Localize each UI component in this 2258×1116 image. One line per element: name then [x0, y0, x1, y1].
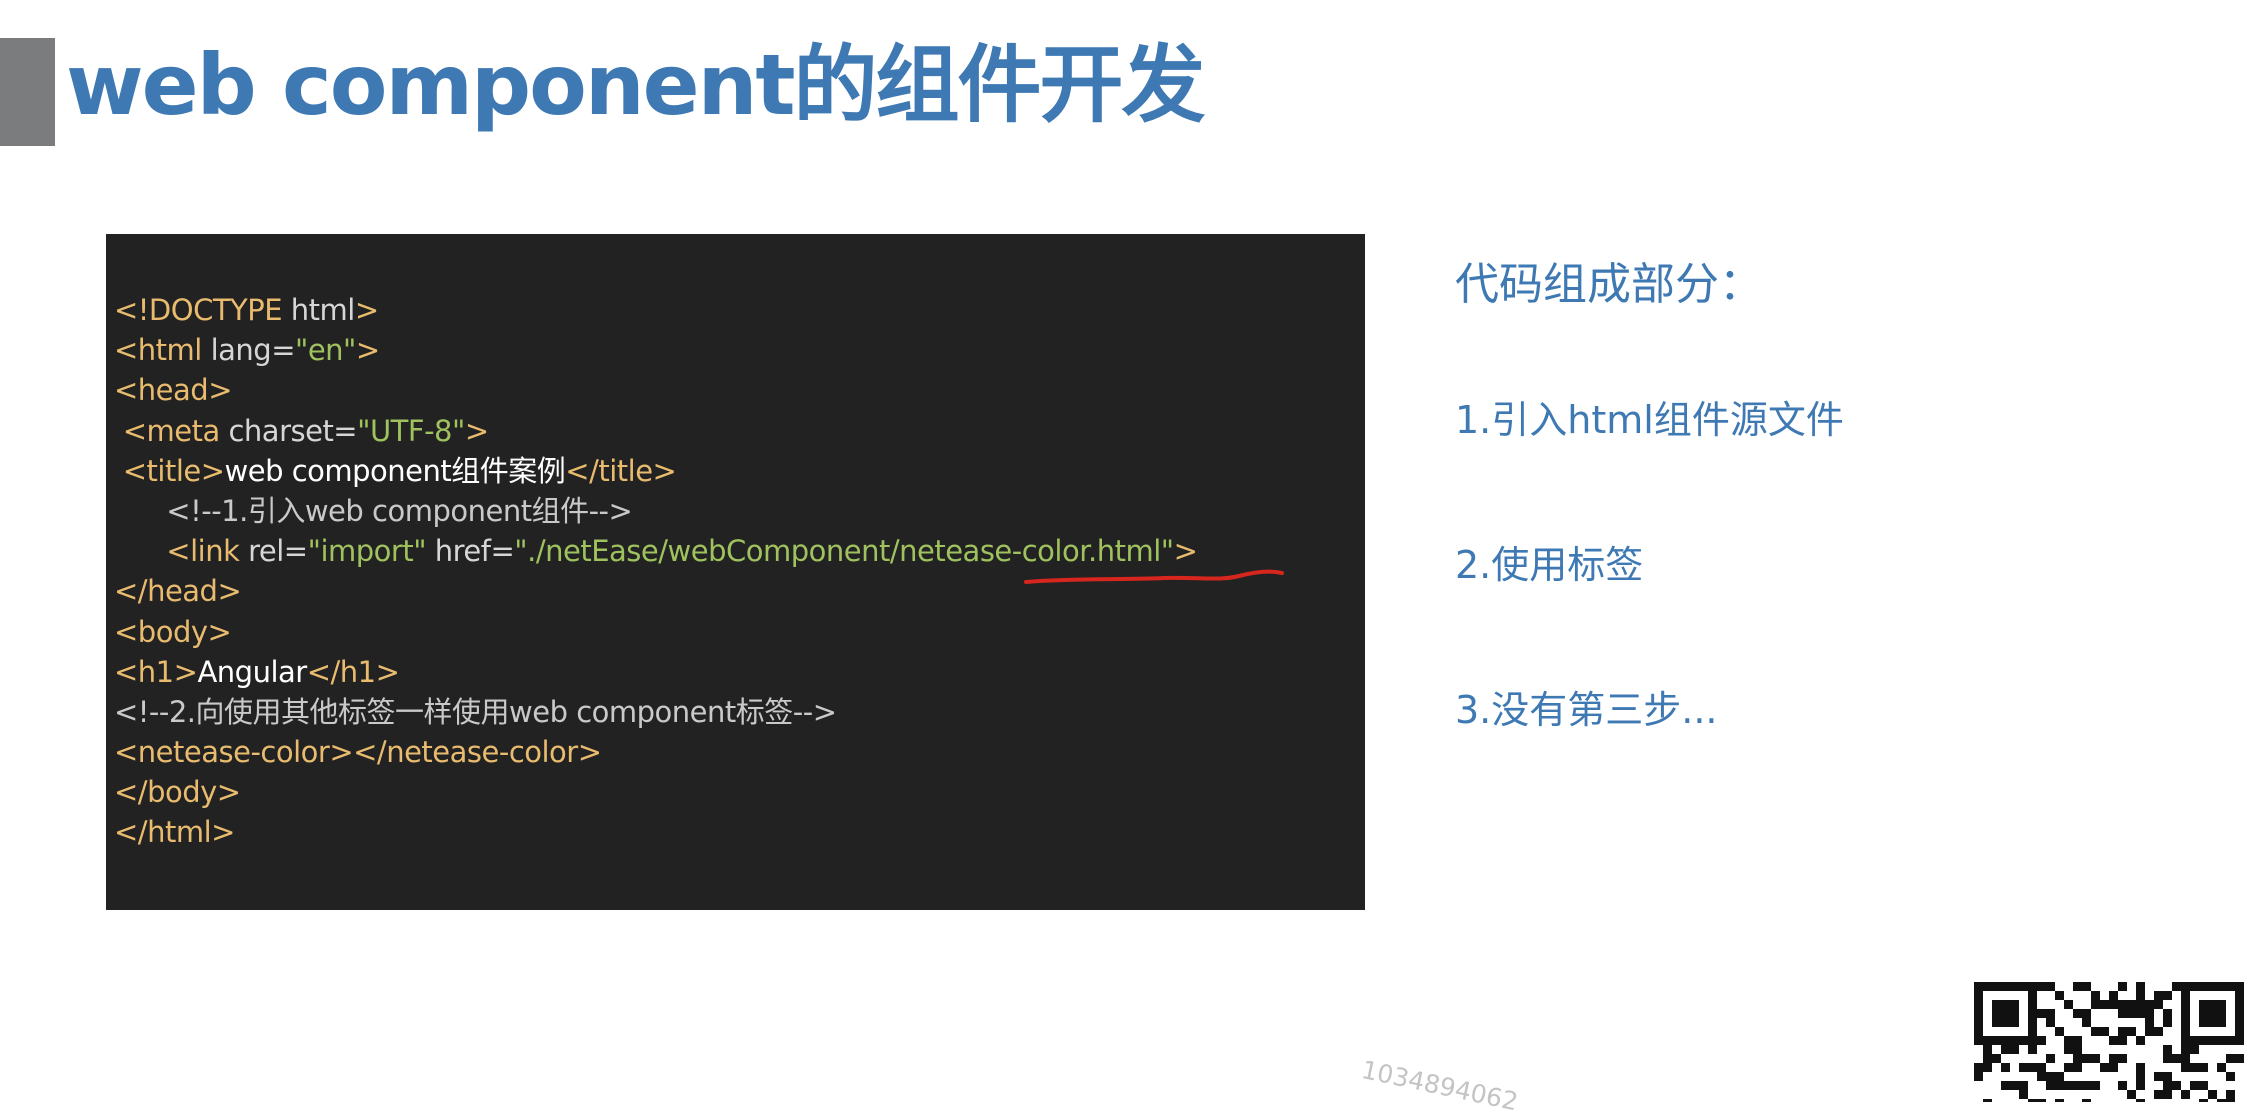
code-line: <!--2.向使用其他标签一样使用web component标签-->	[114, 692, 1197, 732]
code-token: "import"	[307, 534, 427, 569]
code-line: </body>	[114, 772, 1197, 812]
code-token: "UTF-8"	[357, 413, 465, 448]
code-token: <title>	[114, 453, 225, 488]
code-token: <!--1.引入web component组件-->	[114, 493, 633, 528]
side-step-1: 1.引入html组件源文件	[1455, 398, 1844, 442]
code-token: lang=	[210, 333, 296, 368]
code-line: <h1>Angular</h1>	[114, 652, 1197, 692]
code-line: <body>	[114, 612, 1197, 652]
code-line: <meta charset="UTF-8">	[114, 411, 1197, 451]
code-token: >	[354, 293, 379, 327]
code-token: "en"	[295, 333, 356, 368]
code-token: <body>	[114, 614, 232, 649]
code-token: rel=	[248, 534, 308, 569]
qr-code-icon	[1968, 976, 2252, 1102]
code-line: <!--1.引入web component组件-->	[114, 491, 1197, 531]
title-accent-bar	[0, 38, 55, 146]
code-token: Angular	[197, 654, 307, 689]
code-token: charset=	[228, 413, 358, 448]
code-token: <!DOCTYPE	[114, 293, 291, 327]
side-step-2: 2.使用标签	[1455, 543, 1644, 587]
code-line: <head>	[114, 370, 1197, 410]
code-token: </h1>	[306, 654, 400, 689]
code-token: </title>	[565, 453, 677, 488]
code-token: <meta	[114, 413, 229, 448]
handwritten-underline	[1024, 569, 1284, 584]
code-token: </head>	[114, 574, 242, 609]
code-token: >	[464, 413, 489, 448]
side-step-3: 3.没有第三步...	[1455, 688, 1718, 732]
code-line: <html lang="en">	[114, 330, 1197, 370]
code-token: html	[290, 293, 356, 327]
code-token: <html	[114, 333, 211, 368]
code-token: <netease-color></netease-color>	[114, 735, 602, 770]
code-line: <netease-color></netease-color>	[114, 732, 1197, 772]
code-token: web component组件案例	[224, 453, 566, 488]
code-token: <!--2.向使用其他标签一样使用web component标签-->	[114, 694, 837, 729]
code-token: href=	[426, 534, 515, 569]
code-token: </html>	[114, 815, 235, 850]
code-line: <title>web component组件案例</title>	[114, 451, 1197, 491]
code-token: <link	[114, 534, 249, 569]
side-heading: 代码组成部分：	[1455, 259, 1763, 310]
code-line: </html>	[114, 812, 1197, 852]
code-token: </body>	[114, 775, 241, 810]
code-token: >	[355, 333, 380, 368]
code-token: <head>	[114, 373, 233, 408]
slide-title: web component的组件开发	[66, 36, 1206, 134]
code-line: <!DOCTYPE html>	[114, 290, 1197, 330]
code-token: <h1>	[114, 654, 198, 689]
watermark-text: 1034894062	[1358, 1055, 1521, 1116]
